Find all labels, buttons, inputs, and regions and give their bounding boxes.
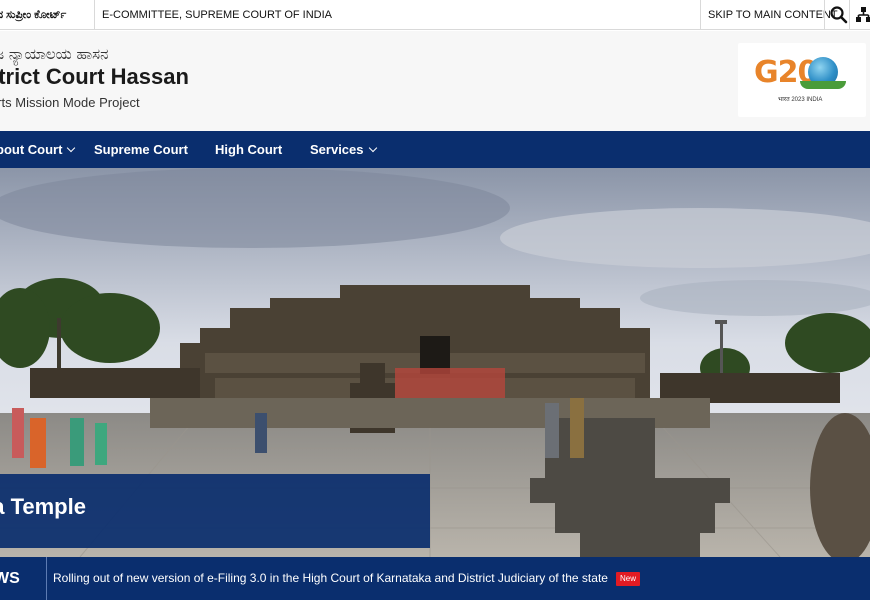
news-ticker: WS Rolling out of new version of e-Filin… xyxy=(0,557,870,600)
lotus-icon xyxy=(800,81,846,89)
search-icon[interactable] xyxy=(829,5,849,25)
news-label: WS xyxy=(0,570,20,587)
divider xyxy=(849,0,850,30)
top-utility-bar: ದ ಸುಪ್ರೀಂ ಕೋರ್ಟ್ E-COMMITTEE, SUPREME CO… xyxy=(0,0,870,30)
ecommittee-link[interactable]: E-COMMITTEE, SUPREME COURT OF INDIA xyxy=(102,0,332,30)
divider xyxy=(824,0,825,30)
kannada-court-link[interactable]: ದ ಸುಪ್ರೀಂ ಕೋರ್ಟ್ xyxy=(0,0,66,30)
news-item-link[interactable]: Rolling out of new version of e-Filing 3… xyxy=(53,557,608,600)
site-title[interactable]: strict Court Hassan xyxy=(0,64,189,90)
nav-item-label: Services xyxy=(310,142,364,157)
sitemap-icon[interactable] xyxy=(853,5,870,25)
slide-caption: va Temple xyxy=(0,474,430,548)
nav-item-label: High Court xyxy=(215,142,283,157)
new-badge: New xyxy=(616,572,641,586)
nav-item-about-court[interactable]: bout Court xyxy=(0,131,76,168)
chevron-down-icon xyxy=(67,143,76,153)
g20-logo-caption: भारत 2023 INDIA xyxy=(778,97,823,103)
nav-item-label: Supreme Court xyxy=(94,142,188,157)
main-navigation: bout Court Supreme Court High Court Serv… xyxy=(0,131,870,168)
nav-item-supreme-court[interactable]: Supreme Court xyxy=(94,131,188,168)
divider xyxy=(46,557,47,600)
hero-slider[interactable]: va Temple xyxy=(0,168,870,557)
nav-item-high-court[interactable]: High Court xyxy=(215,131,282,168)
divider xyxy=(700,0,701,30)
nav-item-services[interactable]: Services xyxy=(310,131,377,168)
site-subtitle: urts Mission Mode Project xyxy=(0,95,140,110)
divider xyxy=(94,0,95,30)
site-header: ಜ ನ್ಯಾಯಾಲಯ ಹಾಸನ strict Court Hassan urts… xyxy=(0,31,870,131)
kannada-site-title: ಜ ನ್ಯಾಯಾಲಯ ಹಾಸನ xyxy=(0,45,109,63)
g20-logo: G20 भारत 2023 INDIA xyxy=(738,43,866,117)
skip-to-main-content-link[interactable]: SKIP TO MAIN CONTENT xyxy=(708,0,838,30)
slide-caption-title: va Temple xyxy=(0,494,86,519)
chevron-down-icon xyxy=(368,143,377,153)
nav-item-label: bout Court xyxy=(0,142,63,157)
